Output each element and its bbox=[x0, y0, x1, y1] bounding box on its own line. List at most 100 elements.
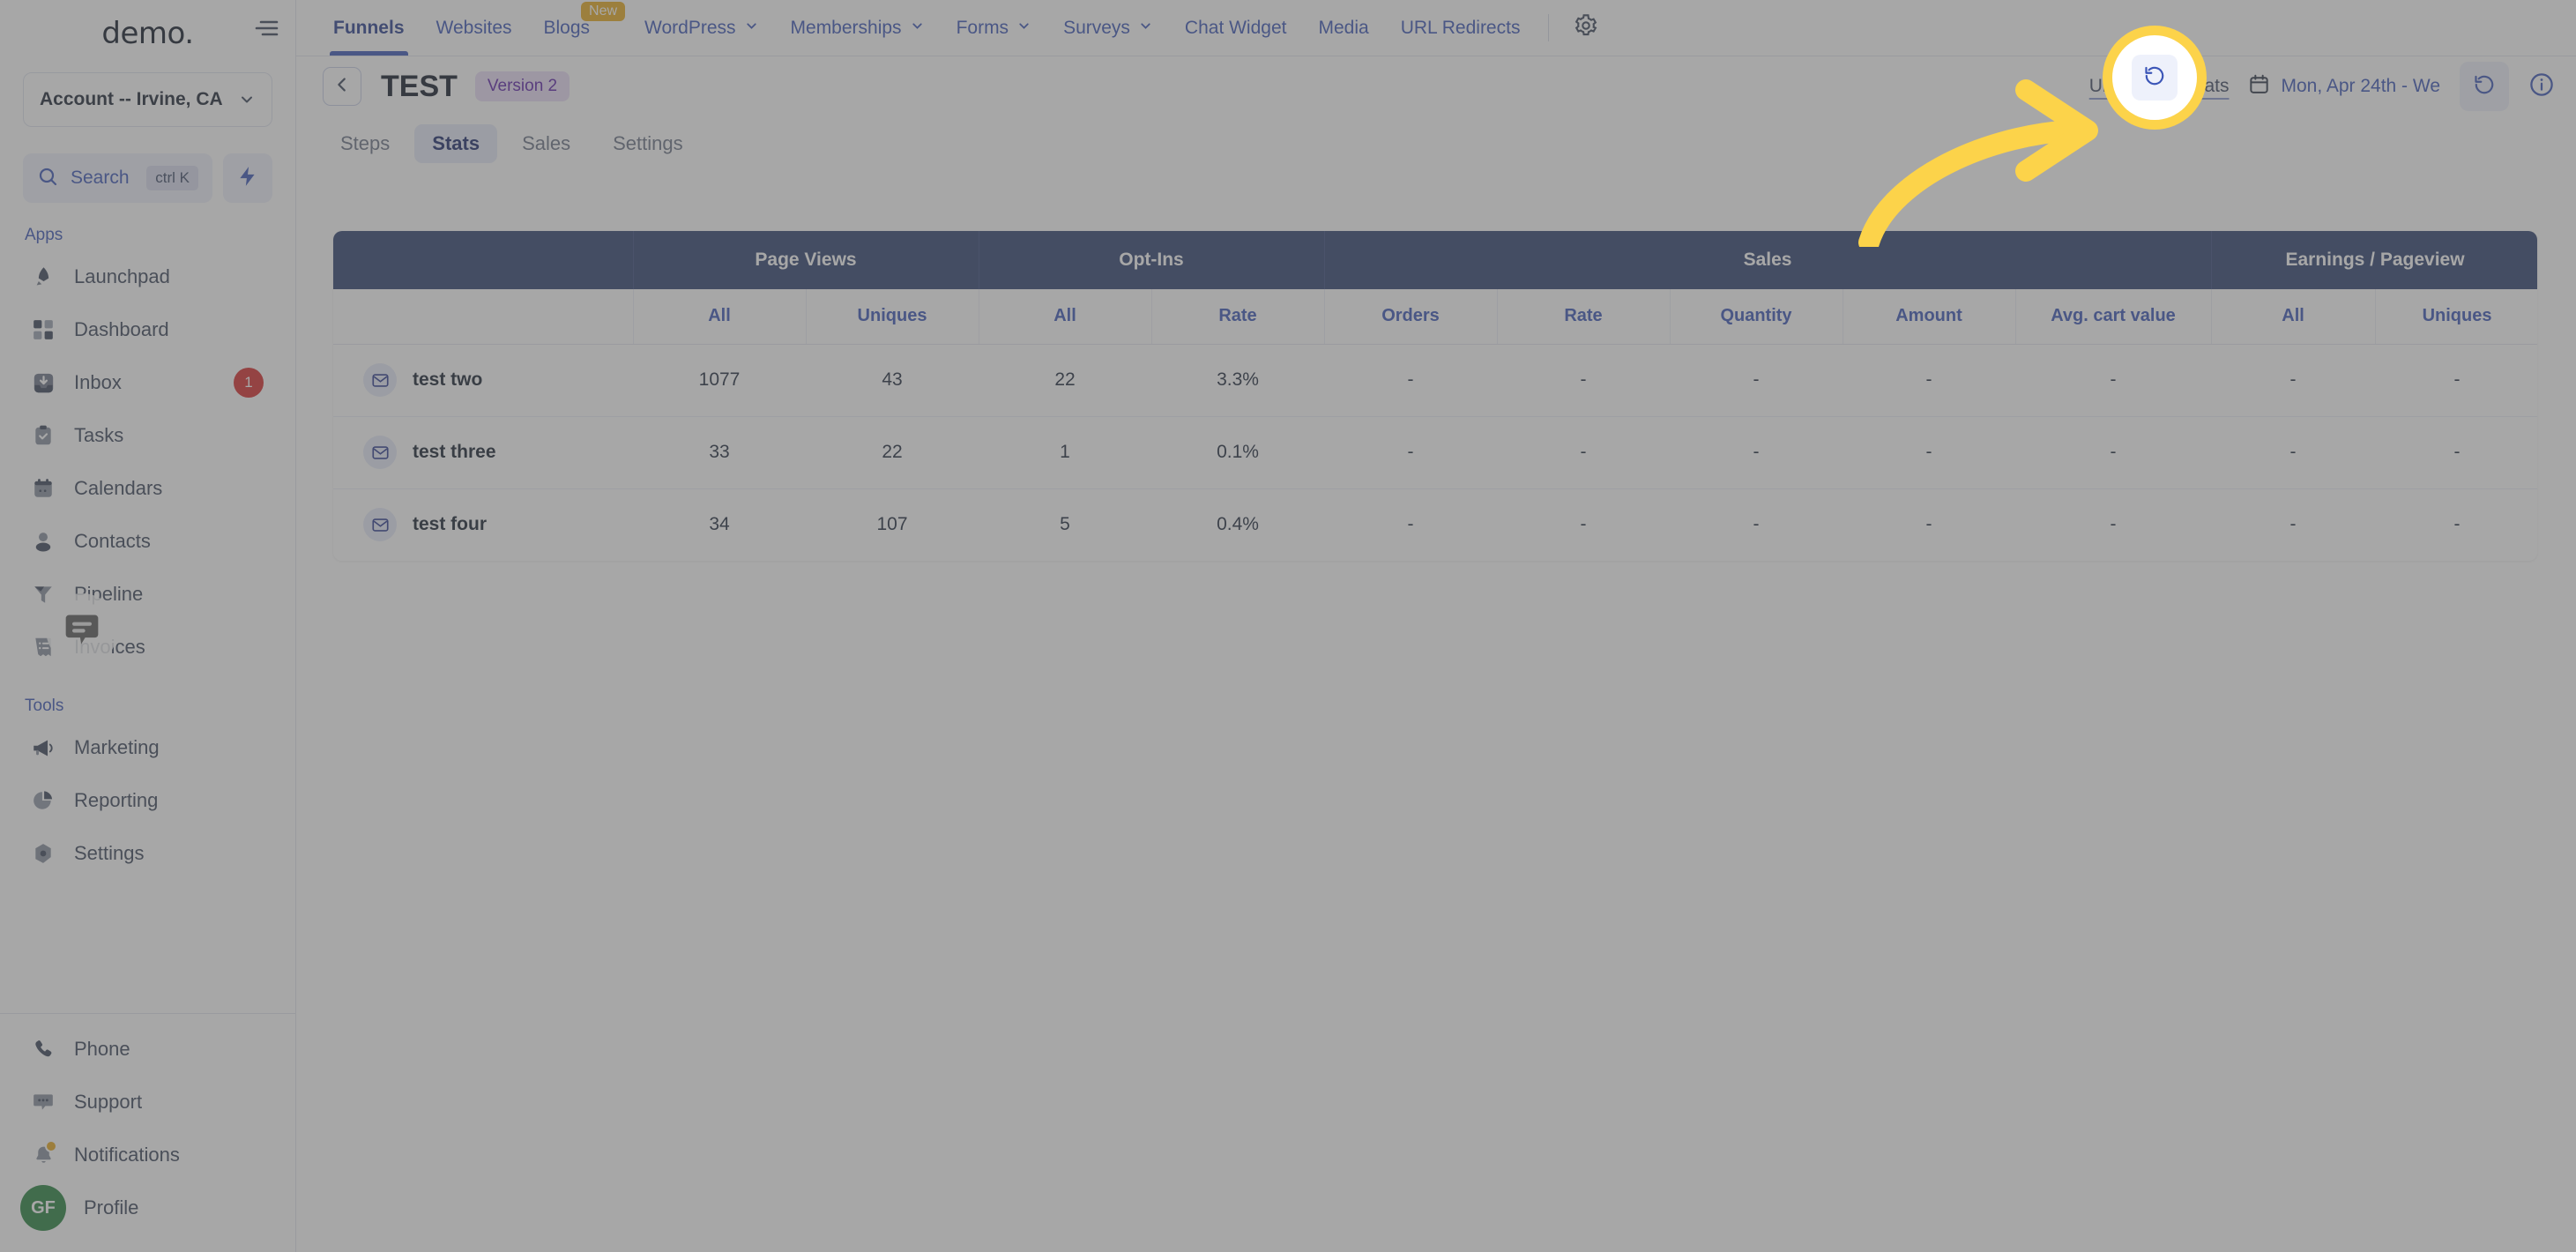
account-selector[interactable]: Account -- Irvine, CA bbox=[23, 72, 272, 127]
tab-wordpress[interactable]: WordPress bbox=[629, 0, 774, 56]
sidebar-item-dashboard[interactable]: Dashboard bbox=[16, 303, 279, 356]
tab-steps[interactable]: Steps bbox=[323, 124, 407, 163]
col-header-sales-rate[interactable]: Rate bbox=[1497, 289, 1671, 345]
sidebar-item-label: Marketing bbox=[74, 736, 160, 758]
annotation-spotlight-refresh-button[interactable] bbox=[2112, 35, 2197, 120]
sidebar-item-phone[interactable]: Phone bbox=[16, 1023, 279, 1076]
sidebar-bottom-list: Phone Support Notifications GF Profile bbox=[0, 1023, 295, 1252]
sidebar-item-marketing[interactable]: Marketing bbox=[16, 721, 279, 774]
tab-chat-widget[interactable]: Chat Widget bbox=[1169, 0, 1303, 56]
sidebar-item-contacts[interactable]: Contacts bbox=[16, 515, 279, 568]
sidebar-item-notifications[interactable]: Notifications bbox=[16, 1129, 279, 1181]
sidebar-item-calendars[interactable]: Calendars bbox=[16, 462, 279, 515]
sidebar-item-label: Tasks bbox=[74, 424, 124, 446]
topnav-settings-button[interactable] bbox=[1561, 0, 1611, 56]
col-header-pageviews-all[interactable]: All bbox=[633, 289, 807, 345]
col-header-epv-uniques[interactable]: Uniques bbox=[2375, 289, 2537, 345]
dim-overlay bbox=[0, 0, 2576, 1252]
tab-websites[interactable]: Websites bbox=[421, 0, 528, 56]
tab-label: Stats bbox=[432, 132, 480, 154]
sidebar-collapse-button[interactable] bbox=[254, 18, 280, 39]
tab-label: Settings bbox=[613, 132, 683, 154]
sidebar-item-support[interactable]: Support bbox=[16, 1076, 279, 1129]
group-header-blank bbox=[333, 231, 634, 289]
logo-text: demo bbox=[101, 16, 185, 51]
mail-icon bbox=[363, 363, 397, 397]
tab-sales[interactable]: Sales bbox=[504, 124, 588, 163]
refresh-ccw-icon bbox=[2473, 73, 2496, 101]
tab-settings[interactable]: Settings bbox=[595, 124, 701, 163]
row-name-cell: test four bbox=[333, 488, 633, 561]
refresh-button-highlighted[interactable] bbox=[2132, 55, 2178, 101]
tab-funnels[interactable]: Funnels bbox=[317, 0, 421, 56]
tab-forms[interactable]: Forms bbox=[941, 0, 1048, 56]
search-input[interactable]: Search ctrl K bbox=[23, 153, 212, 203]
tab-stats[interactable]: Stats bbox=[414, 124, 498, 163]
row-name-cell: test two bbox=[333, 344, 633, 417]
user-icon bbox=[30, 528, 56, 555]
sidebar-item-settings[interactable]: Settings bbox=[16, 827, 279, 880]
stats-table: Page Views Opt-Ins Sales Earnings / Page… bbox=[333, 231, 2537, 561]
table-row[interactable]: test three 33 22 1 0.1% - - - - - - - bbox=[333, 416, 2537, 489]
topnav-divider bbox=[1548, 14, 1550, 41]
cell-optins-all: 1 bbox=[979, 416, 1151, 489]
col-header-sales-quantity[interactable]: Quantity bbox=[1670, 289, 1843, 345]
sidebar-item-profile[interactable]: GF Profile bbox=[16, 1181, 279, 1234]
stats-table-body: test two 1077 43 22 3.3% - - - - - - - t… bbox=[333, 344, 2537, 561]
sidebar-item-inbox[interactable]: Inbox 1 bbox=[16, 356, 279, 409]
sidebar-item-tasks[interactable]: Tasks bbox=[16, 409, 279, 462]
group-header-opt-ins: Opt-Ins bbox=[979, 231, 1325, 289]
group-header-earnings-pageview: Earnings / Pageview bbox=[2211, 231, 2537, 289]
col-header-sales-orders[interactable]: Orders bbox=[1324, 289, 1498, 345]
chevron-down-icon bbox=[744, 18, 759, 39]
tab-memberships[interactable]: Memberships bbox=[775, 0, 941, 56]
notification-dot bbox=[45, 1140, 57, 1152]
group-header-row: Page Views Opt-Ins Sales Earnings / Page… bbox=[333, 231, 2537, 289]
date-range-picker[interactable]: Mon, Apr 24th - We bbox=[2248, 73, 2440, 100]
table-row[interactable]: test two 1077 43 22 3.3% - - - - - - - bbox=[333, 344, 2537, 417]
clipboard-check-icon bbox=[30, 422, 56, 449]
col-header-optins-all[interactable]: All bbox=[979, 289, 1152, 345]
info-circle-icon bbox=[2528, 71, 2555, 102]
info-button[interactable] bbox=[2528, 71, 2555, 102]
refresh-button[interactable] bbox=[2460, 62, 2509, 111]
stats-table-container: Page Views Opt-Ins Sales Earnings / Page… bbox=[333, 231, 2537, 561]
tab-label: Chat Widget bbox=[1184, 17, 1287, 38]
sidebar-item-label: Contacts bbox=[74, 530, 151, 552]
cell-sales-quantity: - bbox=[1670, 488, 1843, 561]
sidebar-tools-list: Marketing Reporting Settings bbox=[0, 721, 295, 880]
rocket-icon bbox=[30, 264, 56, 290]
sidebar-item-label: Inbox bbox=[74, 371, 122, 393]
cell-sales-quantity: - bbox=[1670, 344, 1843, 417]
chevron-down-icon bbox=[1138, 18, 1153, 39]
col-header-pageviews-uniques[interactable]: Uniques bbox=[806, 289, 979, 345]
gear-icon bbox=[1574, 13, 1598, 42]
sidebar-item-label: Launchpad bbox=[74, 265, 170, 287]
table-row[interactable]: test four 34 107 5 0.4% - - - - - - - bbox=[333, 488, 2537, 561]
cell-epv-uniques: - bbox=[2375, 488, 2537, 561]
col-header-sales-avg-cart-value[interactable]: Avg. cart value bbox=[2015, 289, 2212, 345]
chevron-down-icon bbox=[238, 91, 256, 108]
mail-icon bbox=[363, 508, 397, 542]
col-header-epv-all[interactable]: All bbox=[2211, 289, 2376, 345]
calendar-icon bbox=[30, 475, 56, 502]
tab-blogs[interactable]: Blogs New bbox=[528, 0, 626, 56]
chat-widget-launcher[interactable] bbox=[46, 593, 118, 666]
search-icon bbox=[37, 166, 58, 191]
tab-surveys[interactable]: Surveys bbox=[1047, 0, 1169, 56]
tab-url-redirects[interactable]: URL Redirects bbox=[1385, 0, 1537, 56]
back-button[interactable] bbox=[323, 67, 361, 106]
sidebar-item-launchpad[interactable]: Launchpad bbox=[16, 250, 279, 303]
cell-pageviews-uniques: 107 bbox=[806, 488, 979, 561]
grid-icon bbox=[30, 317, 56, 343]
quick-action-button[interactable] bbox=[223, 153, 272, 203]
tab-media[interactable]: Media bbox=[1302, 0, 1384, 56]
search-row: Search ctrl K bbox=[23, 153, 272, 203]
col-header-sales-amount[interactable]: Amount bbox=[1843, 289, 2016, 345]
chat-dots-icon bbox=[30, 1089, 56, 1115]
col-header-optins-rate[interactable]: Rate bbox=[1151, 289, 1325, 345]
sidebar-item-reporting[interactable]: Reporting bbox=[16, 774, 279, 827]
sidebar-divider bbox=[0, 1013, 295, 1014]
chevron-left-icon bbox=[332, 75, 352, 99]
